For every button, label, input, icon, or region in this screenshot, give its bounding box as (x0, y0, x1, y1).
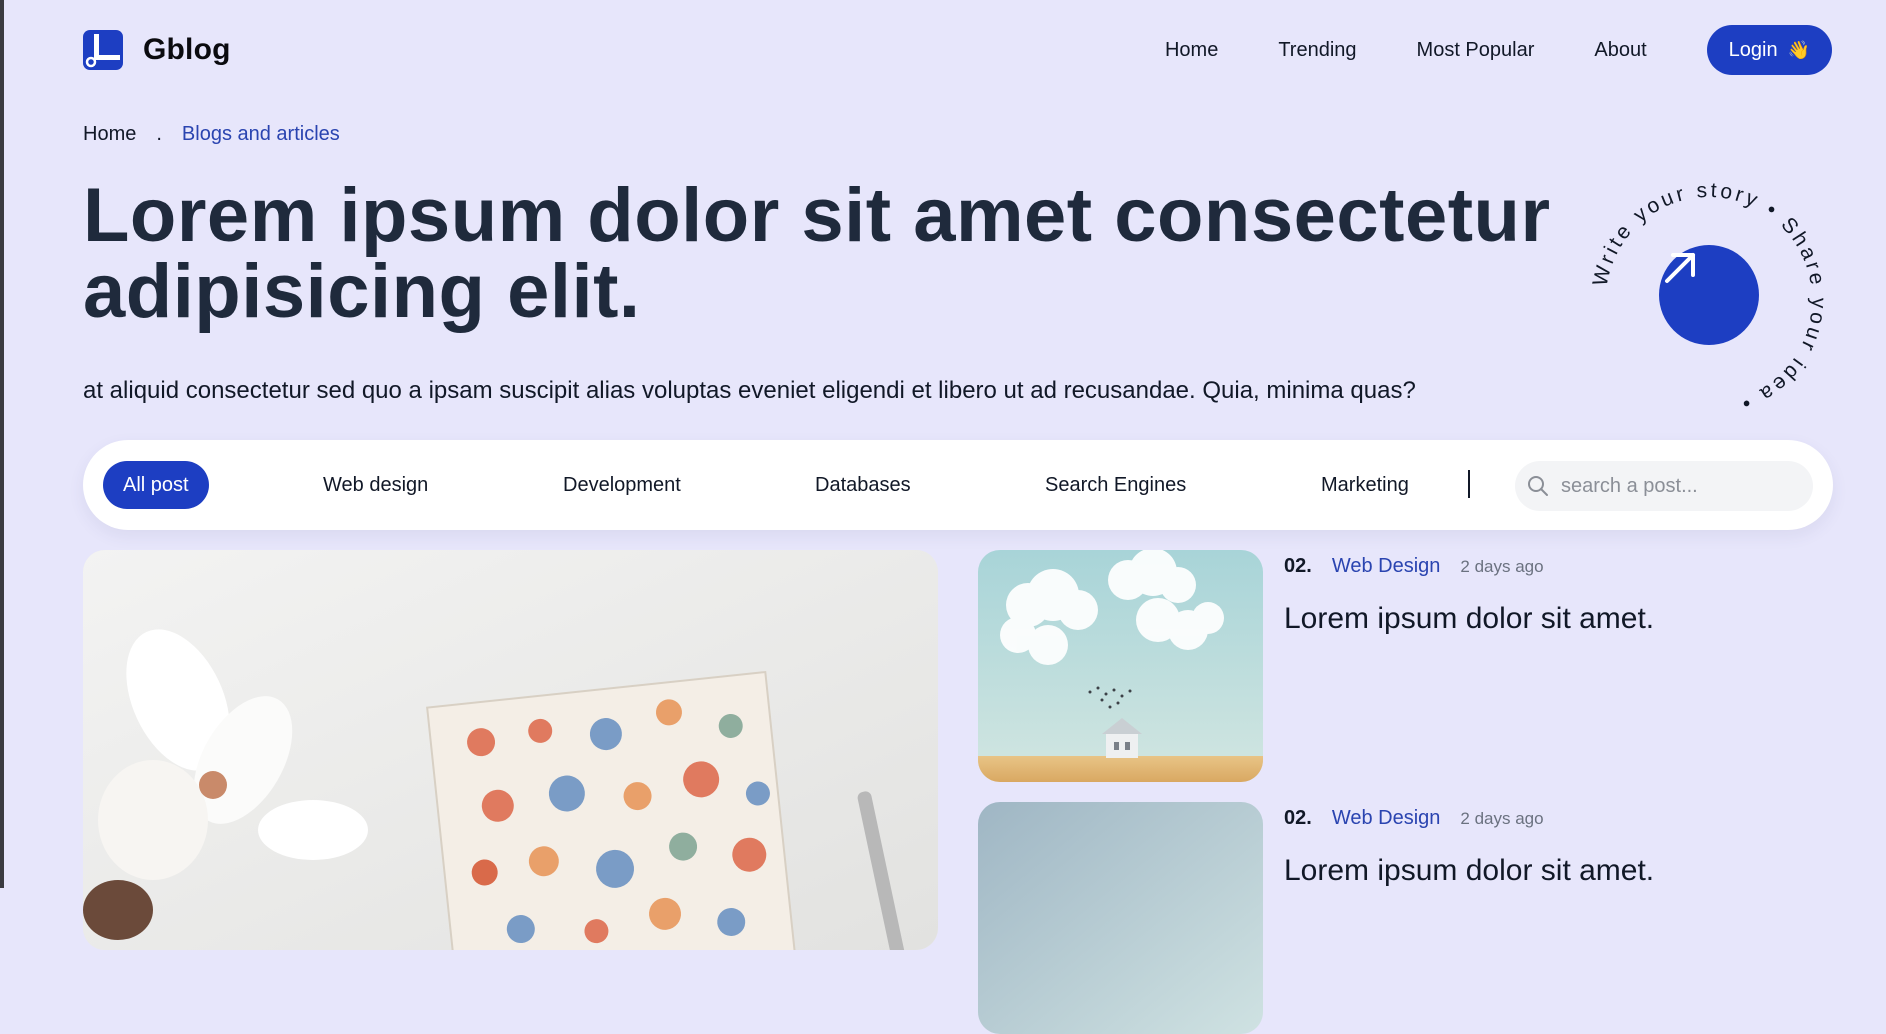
arrow-up-right-icon (1665, 253, 1695, 283)
filter-search-engines[interactable]: Search Engines (1045, 461, 1186, 509)
breadcrumb-current: Blogs and articles (181, 123, 340, 145)
nav-most-popular[interactable]: Most Popular (1417, 39, 1535, 62)
post-category[interactable]: Web Design (1332, 807, 1441, 830)
main-nav: Home Trending Most Popular About Login 👋 (1165, 25, 1832, 75)
breadcrumb-separator: . (156, 123, 162, 145)
filter-databases[interactable]: Databases (815, 461, 911, 509)
breadcrumb-home[interactable]: Home (83, 123, 136, 146)
post-thumbnail[interactable] (978, 550, 1263, 782)
page-title: Lorem ipsum dolor sit amet consectetur a… (83, 173, 1551, 334)
nav-about[interactable]: About (1594, 39, 1646, 62)
filter-web-design[interactable]: Web design (323, 461, 428, 509)
post-number: 02. (1284, 807, 1312, 829)
nav-home[interactable]: Home (1165, 39, 1218, 62)
waving-hand-icon: 👋 (1787, 39, 1810, 60)
write-story-cta[interactable]: Write your story • Share your idea • (1589, 180, 1829, 420)
post-number: 02. (1284, 555, 1312, 577)
brand-name: Gblog (143, 33, 231, 66)
filter-development[interactable]: Development (563, 461, 681, 509)
post-time: 2 days ago (1460, 809, 1544, 828)
breadcrumb: Home . Blogs and articles (83, 123, 340, 146)
post-title[interactable]: Lorem ipsum dolor sit amet. (1284, 854, 1654, 888)
arrow-button[interactable] (1659, 245, 1759, 345)
search-input[interactable] (1559, 473, 1803, 499)
login-label: Login (1728, 38, 1778, 61)
login-button[interactable]: Login 👋 (1706, 25, 1832, 75)
filter-all-post[interactable]: All post (103, 461, 209, 509)
filter-marketing[interactable]: Marketing (1321, 461, 1409, 509)
post-thumbnail[interactable] (978, 802, 1263, 1034)
post-category[interactable]: Web Design (1332, 555, 1441, 578)
window-edge (0, 0, 4, 888)
filter-divider (1468, 470, 1470, 498)
logo-icon (83, 30, 123, 70)
search-icon (1528, 476, 1548, 496)
brand-logo[interactable]: Gblog (83, 30, 231, 70)
search-box[interactable] (1515, 461, 1813, 511)
post-meta: 02. Web Design 2 days ago (1284, 555, 1544, 578)
sky-image (978, 802, 1263, 1034)
post-meta: 02. Web Design 2 days ago (1284, 807, 1544, 830)
category-filter-bar: All post Web design Development Database… (83, 440, 1833, 530)
featured-post-image[interactable] (83, 550, 938, 950)
page-subtitle: at aliquid consectetur sed quo a ipsam s… (83, 377, 1416, 404)
post-time: 2 days ago (1460, 557, 1544, 576)
post-title[interactable]: Lorem ipsum dolor sit amet. (1284, 602, 1654, 636)
nav-trending[interactable]: Trending (1278, 39, 1356, 62)
house-in-field-image (978, 550, 1263, 782)
notebook-flowers-image (83, 550, 938, 950)
